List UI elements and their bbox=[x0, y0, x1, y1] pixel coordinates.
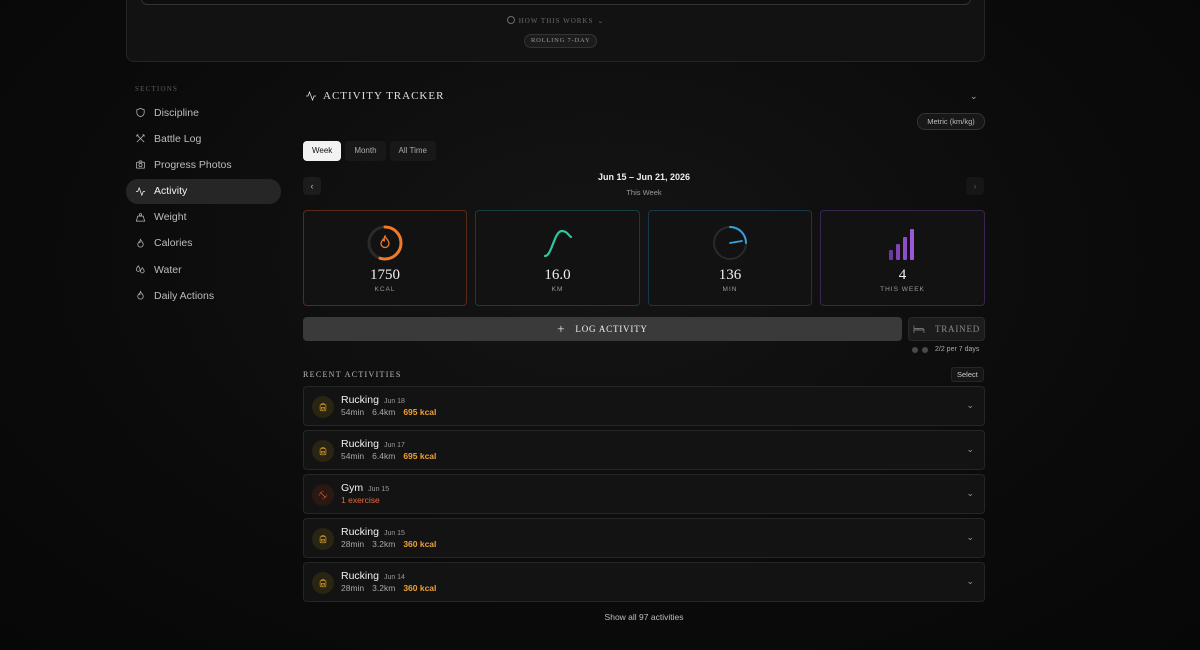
chevron-down-icon[interactable]: ⌄ bbox=[966, 532, 974, 543]
minutes-label: MIN bbox=[722, 286, 738, 293]
activity-row[interactable]: Rucking Jun 17 54min 6.4km 695 kcal ⌄ bbox=[303, 430, 985, 470]
progress-dot bbox=[912, 346, 918, 353]
sidebar-item-activity[interactable]: Activity bbox=[126, 178, 281, 204]
activity-icon bbox=[135, 186, 146, 197]
date-range-subtitle: This Week bbox=[626, 188, 662, 197]
progress-dot bbox=[922, 346, 928, 353]
units-toggle-button[interactable]: Metric (km/kg) bbox=[917, 113, 985, 130]
flame-icon bbox=[135, 238, 146, 249]
sidebar-item-calories[interactable]: Calories bbox=[126, 231, 281, 256]
activity-tracker-title: ACTIVITY TRACKER bbox=[305, 90, 444, 102]
droplets-icon bbox=[135, 264, 146, 275]
top-input-bar[interactable] bbox=[141, 0, 971, 5]
recent-activities-list: Rucking Jun 18 54min 6.4km 695 kcal ⌄ Rucki… bbox=[303, 386, 985, 606]
sidebar-item-label: Weight bbox=[154, 211, 187, 224]
flame-icon bbox=[135, 290, 146, 301]
calories-ring bbox=[367, 225, 403, 261]
plus-icon: + bbox=[557, 321, 566, 336]
backpack-icon bbox=[312, 528, 334, 550]
tab-month[interactable]: Month bbox=[345, 141, 386, 161]
previous-period-button[interactable]: ‹ bbox=[303, 177, 321, 195]
period-tabs: Week Month All Time bbox=[303, 141, 436, 161]
chevron-down-icon[interactable]: ⌄ bbox=[966, 400, 974, 411]
calories-value: 1750 bbox=[370, 267, 400, 283]
training-progress: 2/2 per 7 days bbox=[912, 346, 979, 353]
collapse-chevron-icon[interactable]: ⌄ bbox=[970, 91, 978, 102]
log-activity-button[interactable]: + LOG ACTIVITY bbox=[303, 317, 902, 341]
backpack-icon bbox=[312, 440, 334, 462]
chevron-down-icon[interactable]: ⌄ bbox=[966, 576, 974, 587]
sidebar-item-label: Daily Actions bbox=[154, 289, 215, 302]
tab-all-time[interactable]: All Time bbox=[389, 141, 436, 161]
sidebar-item-weight[interactable]: Weight bbox=[126, 205, 281, 230]
backpack-icon bbox=[312, 396, 334, 418]
weight-icon bbox=[135, 212, 146, 223]
flame-icon bbox=[380, 234, 390, 249]
sessions-stat-card: 4 THIS WEEK bbox=[820, 210, 985, 306]
shield-icon bbox=[135, 107, 146, 118]
show-all-activities-link[interactable]: Show all 97 activities bbox=[544, 612, 744, 622]
sidebar-item-battle-log[interactable]: Battle Log bbox=[126, 126, 281, 151]
camera-icon bbox=[135, 159, 146, 170]
next-period-button[interactable]: › bbox=[966, 177, 984, 195]
minutes-value: 136 bbox=[718, 267, 742, 283]
select-button[interactable]: Select bbox=[951, 367, 984, 382]
tab-week[interactable]: Week bbox=[303, 141, 342, 161]
minutes-stat-card: 136 MIN bbox=[648, 210, 812, 306]
sections-heading: SECTIONS bbox=[135, 85, 179, 93]
sidebar-item-label: Calories bbox=[154, 237, 193, 250]
sidebar-item-label: Battle Log bbox=[154, 132, 202, 145]
sidebar-item-daily-actions[interactable]: Daily Actions bbox=[126, 283, 281, 308]
activity-row[interactable]: Gym Jun 15 1 exercise ⌄ bbox=[303, 474, 985, 514]
sidebar: Discipline Battle Log Progress Photos Ac… bbox=[126, 100, 281, 310]
backpack-icon bbox=[312, 572, 334, 594]
activity-row[interactable]: Rucking Jun 15 28min 3.2km 360 kcal ⌄ bbox=[303, 518, 985, 558]
activity-icon bbox=[306, 90, 316, 102]
chevron-down-icon: ⌄ bbox=[597, 17, 605, 25]
chevron-down-icon[interactable]: ⌄ bbox=[966, 488, 974, 499]
rolling-badge: ROLLING 7-DAY bbox=[524, 34, 598, 48]
sessions-value: 4 bbox=[898, 267, 907, 283]
info-icon bbox=[506, 16, 515, 24]
distance-value: 16.0 bbox=[544, 267, 571, 283]
calories-label: KCAL bbox=[374, 286, 396, 293]
swords-icon bbox=[135, 133, 146, 144]
recent-activities-heading: RECENT ACTIVITIES bbox=[303, 370, 402, 379]
stats-row: 1750 KCAL 16.0 KM 136 MIN 4 THIS WEEK bbox=[303, 210, 985, 306]
activity-row[interactable]: Rucking Jun 14 28min 3.2km 360 kcal ⌄ bbox=[303, 562, 985, 602]
bar-chart-icon bbox=[888, 229, 914, 260]
distance-label: KM bbox=[551, 286, 564, 293]
sidebar-item-progress-photos[interactable]: Progress Photos bbox=[126, 152, 281, 177]
trained-button[interactable]: TRAINED bbox=[908, 317, 985, 341]
date-range: Jun 15 – Jun 21, 2026 bbox=[597, 172, 691, 182]
distance-stat-card: 16.0 KM bbox=[475, 210, 640, 306]
clock-hand bbox=[729, 240, 743, 244]
bed-icon bbox=[913, 325, 925, 333]
sidebar-item-discipline[interactable]: Discipline bbox=[126, 100, 281, 125]
dumbbell-icon bbox=[312, 484, 334, 506]
distance-curve-icon bbox=[543, 229, 572, 258]
sidebar-item-water[interactable]: Water bbox=[126, 257, 281, 282]
how-it-works-panel: HOW THIS WORKS ⌄ bbox=[126, 0, 985, 62]
sidebar-item-label: Discipline bbox=[154, 106, 199, 119]
minutes-clock bbox=[713, 226, 747, 260]
calories-stat-card: 1750 KCAL bbox=[303, 210, 467, 306]
sidebar-item-label: Water bbox=[154, 263, 182, 276]
sidebar-item-label: Progress Photos bbox=[154, 158, 232, 171]
chevron-down-icon[interactable]: ⌄ bbox=[966, 444, 974, 455]
activity-row[interactable]: Rucking Jun 18 54min 6.4km 695 kcal ⌄ bbox=[303, 386, 985, 426]
sessions-label: THIS WEEK bbox=[880, 286, 925, 293]
sidebar-item-label: Activity bbox=[154, 185, 188, 198]
how-this-works-toggle[interactable]: HOW THIS WORKS ⌄ bbox=[127, 16, 984, 25]
